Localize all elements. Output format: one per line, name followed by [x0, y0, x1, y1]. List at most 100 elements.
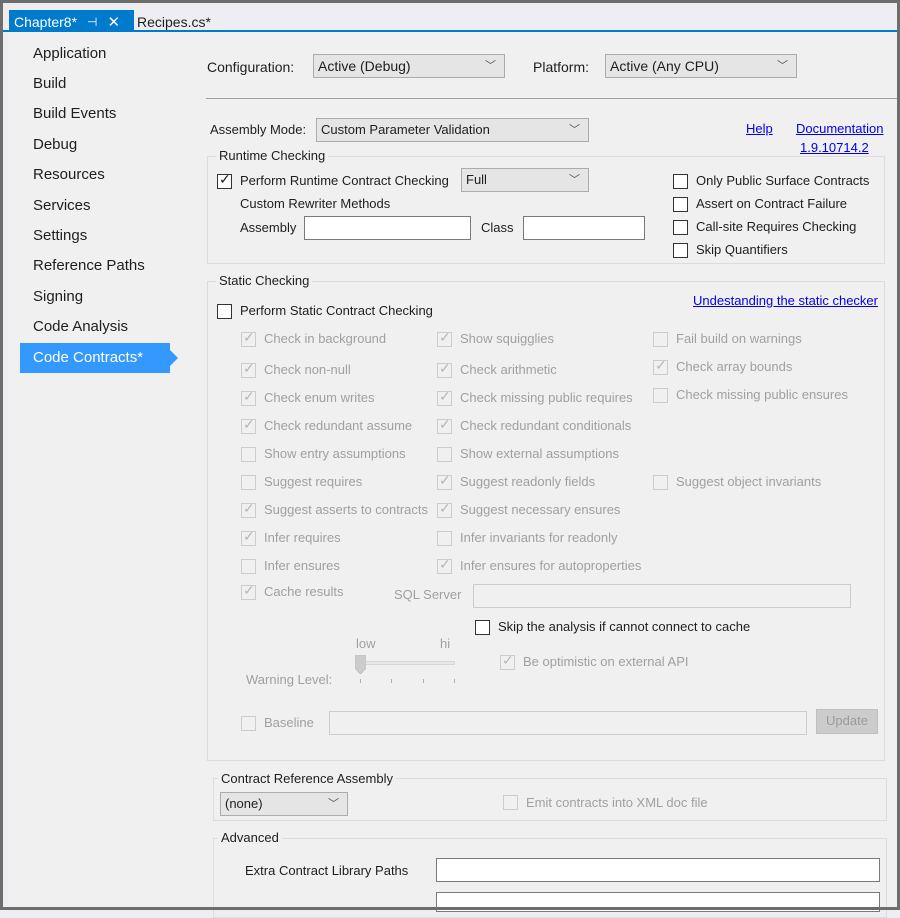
static-option-label: Suggest asserts to contracts: [264, 502, 429, 517]
tab-recipes[interactable]: Recipes.cs*: [137, 10, 211, 34]
static-option-checkbox[interactable]: ✓: [241, 360, 256, 378]
perform-static-label: Perform Static Contract Checking: [240, 303, 433, 318]
configuration-dropdown[interactable]: Active (Debug) ﹀: [313, 54, 505, 78]
warning-level-track: [356, 661, 455, 665]
static-option-checkbox[interactable]: ✓: [437, 388, 452, 406]
sidebar-item-debug[interactable]: Debug: [33, 130, 77, 160]
skip-analysis-label: Skip the analysis if cannot connect to c…: [498, 619, 751, 634]
static-option-checkbox[interactable]: ✓: [241, 329, 256, 347]
sidebar-item-resources[interactable]: Resources: [33, 160, 105, 190]
static-option-checkbox[interactable]: ✓: [437, 500, 452, 518]
baseline-input[interactable]: [329, 711, 807, 735]
static-option-checkbox[interactable]: [241, 447, 256, 462]
custom-rewriter-label: Custom Rewriter Methods: [240, 196, 391, 211]
static-option-checkbox[interactable]: ✓: [241, 528, 256, 546]
assembly-label: Assembly: [240, 220, 297, 235]
slider-tick: [360, 679, 361, 683]
documentation-link[interactable]: Documentation: [796, 121, 883, 136]
version-link[interactable]: 1.9.10714.2: [800, 140, 869, 155]
static-option-checkbox[interactable]: [241, 559, 256, 574]
extra-paths-input-2[interactable]: [436, 892, 880, 912]
only-public-surface-checkbox[interactable]: [673, 174, 688, 189]
chevron-down-icon: ﹀: [777, 60, 788, 72]
tab-chapter8[interactable]: Chapter8* ⊣ ✕: [9, 10, 134, 34]
assert-on-failure-checkbox[interactable]: [673, 197, 688, 212]
checkmark-icon: ✓: [439, 360, 451, 376]
checkmark-icon: ✓: [243, 329, 255, 345]
static-option-label: Suggest necessary ensures: [460, 502, 621, 517]
perform-static-checkbox[interactable]: [217, 304, 232, 319]
callsite-requires-checkbox[interactable]: [673, 220, 688, 235]
emit-contracts-checkbox[interactable]: [503, 795, 518, 810]
warning-level-slider-thumb[interactable]: [355, 655, 366, 674]
static-option-label: Check missing public ensures: [676, 387, 848, 402]
assembly-input[interactable]: [304, 216, 471, 240]
header-separator: [206, 98, 897, 99]
static-option-label: Show entry assumptions: [264, 446, 406, 461]
contract-reference-dropdown[interactable]: (none) ﹀: [220, 792, 348, 816]
optimistic-api-checkbox[interactable]: ✓: [500, 652, 515, 670]
static-option-checkbox[interactable]: [437, 447, 452, 462]
static-option-label: Check redundant assume: [264, 418, 413, 433]
sidebar-item-signing[interactable]: Signing: [33, 282, 83, 312]
sql-server-input[interactable]: [473, 584, 851, 608]
sidebar-item-code-analysis[interactable]: Code Analysis: [33, 312, 128, 342]
sidebar-item-build[interactable]: Build: [33, 69, 66, 99]
checkmark-icon: ✓: [243, 360, 255, 376]
contract-reference-title: Contract Reference Assembly: [218, 771, 396, 786]
static-checking-group: [207, 281, 885, 761]
sidebar-item-settings[interactable]: Settings: [33, 221, 87, 251]
sidebar-item-reference-paths[interactable]: Reference Paths: [33, 251, 145, 281]
close-icon[interactable]: ✕: [108, 13, 121, 31]
static-option-checkbox[interactable]: ✓: [437, 360, 452, 378]
sidebar-item-services[interactable]: Services: [33, 191, 91, 221]
static-option-checkbox[interactable]: [653, 388, 668, 403]
static-option-checkbox[interactable]: [653, 332, 668, 347]
perform-runtime-checkbox[interactable]: ✓: [217, 171, 232, 189]
static-option-checkbox[interactable]: ✓: [437, 416, 452, 434]
static-option-checkbox[interactable]: ✓: [653, 357, 668, 375]
sidebar-item-code-contracts[interactable]: Code Contracts*: [20, 343, 178, 373]
static-option-label: Check array bounds: [676, 359, 793, 374]
static-option-checkbox[interactable]: [653, 475, 668, 490]
assert-on-failure-label: Assert on Contract Failure: [696, 196, 848, 211]
configuration-value: Active (Debug): [318, 58, 411, 74]
pin-icon[interactable]: ⊣: [87, 15, 97, 29]
checkmark-icon: ✓: [439, 556, 451, 572]
static-option-checkbox[interactable]: ✓: [437, 329, 452, 347]
checkmark-icon: ✓: [439, 472, 451, 488]
configuration-label: Configuration:: [207, 59, 295, 75]
runtime-level-dropdown[interactable]: Full ﹀: [461, 168, 589, 192]
class-input[interactable]: [523, 216, 645, 240]
sidebar-item-build-events[interactable]: Build Events: [33, 99, 116, 129]
platform-dropdown[interactable]: Active (Any CPU) ﹀: [605, 54, 797, 78]
checkmark-icon: ✓: [502, 652, 514, 668]
static-option-label: Show squigglies: [460, 331, 554, 346]
warning-low-label: low: [356, 636, 376, 651]
checkmark-icon: ✓: [219, 171, 231, 187]
checkmark-icon: ✓: [243, 388, 255, 404]
help-link[interactable]: Help: [746, 121, 773, 136]
static-option-checkbox[interactable]: ✓: [437, 556, 452, 574]
static-option-label: Infer ensures for autoproperties: [460, 558, 642, 573]
checkmark-icon: ✓: [439, 500, 451, 516]
static-option-checkbox[interactable]: [241, 475, 256, 490]
slider-tick: [422, 679, 424, 683]
update-button[interactable]: Update: [816, 709, 878, 734]
static-option-checkbox[interactable]: [437, 531, 452, 546]
static-checker-link[interactable]: Undestanding the static checker: [693, 293, 878, 308]
assembly-mode-label: Assembly Mode:: [210, 122, 307, 137]
assembly-mode-dropdown[interactable]: Custom Parameter Validation ﹀: [316, 118, 589, 142]
static-option-checkbox[interactable]: ✓: [241, 416, 256, 434]
static-option-checkbox[interactable]: ✓: [241, 388, 256, 406]
static-option-checkbox[interactable]: ✓: [437, 472, 452, 490]
static-option-checkbox[interactable]: ✓: [241, 582, 256, 600]
skip-analysis-checkbox[interactable]: [475, 620, 490, 635]
sql-server-label: SQL Server: [394, 587, 462, 602]
chevron-down-icon: ﹀: [328, 798, 339, 810]
static-option-checkbox[interactable]: ✓: [241, 500, 256, 518]
sidebar-item-application[interactable]: Application: [33, 39, 106, 69]
baseline-checkbox[interactable]: [241, 716, 256, 731]
skip-quantifiers-checkbox[interactable]: [673, 243, 688, 258]
extra-paths-input[interactable]: [436, 858, 880, 882]
